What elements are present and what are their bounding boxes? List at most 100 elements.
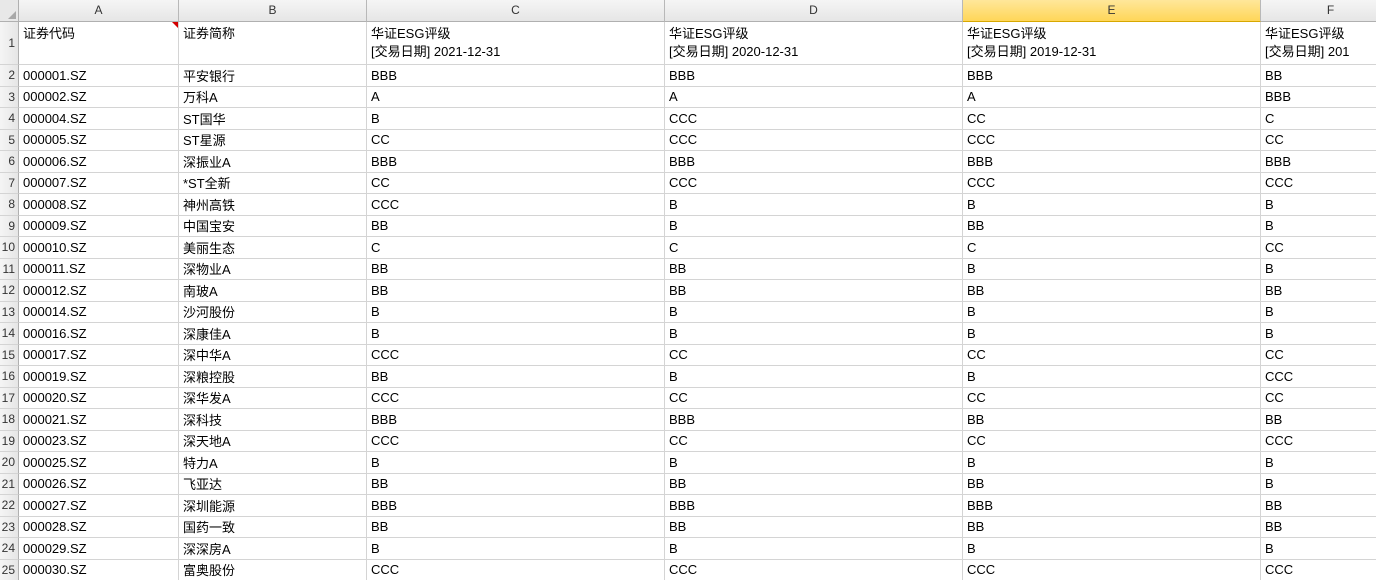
cell-F11[interactable]: B bbox=[1261, 259, 1376, 281]
cell-E17[interactable]: CC bbox=[963, 388, 1261, 410]
cell-F15[interactable]: CC bbox=[1261, 345, 1376, 367]
cell-F16[interactable]: CCC bbox=[1261, 366, 1376, 388]
row-header-11[interactable]: 11 bbox=[0, 259, 19, 281]
cell-C24[interactable]: B bbox=[367, 538, 665, 560]
cell-F21[interactable]: B bbox=[1261, 474, 1376, 496]
cell-E19[interactable]: CC bbox=[963, 431, 1261, 453]
cell-E22[interactable]: BBB bbox=[963, 495, 1261, 517]
row-header-21[interactable]: 21 bbox=[0, 474, 19, 496]
cell-A17[interactable]: 000020.SZ bbox=[19, 388, 179, 410]
row-header-15[interactable]: 15 bbox=[0, 345, 19, 367]
cell-E14[interactable]: B bbox=[963, 323, 1261, 345]
cell-F10[interactable]: CC bbox=[1261, 237, 1376, 259]
cell-C20[interactable]: B bbox=[367, 452, 665, 474]
cell-D11[interactable]: BB bbox=[665, 259, 963, 281]
cell-C10[interactable]: C bbox=[367, 237, 665, 259]
cell-F20[interactable]: B bbox=[1261, 452, 1376, 474]
row-header-14[interactable]: 14 bbox=[0, 323, 19, 345]
row-header-6[interactable]: 6 bbox=[0, 151, 19, 173]
cell-F4[interactable]: C bbox=[1261, 108, 1376, 130]
cell-C6[interactable]: BBB bbox=[367, 151, 665, 173]
cell-C18[interactable]: BBB bbox=[367, 409, 665, 431]
cell-F7[interactable]: CCC bbox=[1261, 173, 1376, 195]
cell-D10[interactable]: C bbox=[665, 237, 963, 259]
cell-C8[interactable]: CCC bbox=[367, 194, 665, 216]
cell-B19[interactable]: 深天地A bbox=[179, 431, 367, 453]
cell-B8[interactable]: 神州高铁 bbox=[179, 194, 367, 216]
cell-F24[interactable]: B bbox=[1261, 538, 1376, 560]
row-header-5[interactable]: 5 bbox=[0, 130, 19, 152]
cell-A10[interactable]: 000010.SZ bbox=[19, 237, 179, 259]
cell-D15[interactable]: CC bbox=[665, 345, 963, 367]
row-header-12[interactable]: 12 bbox=[0, 280, 19, 302]
cell-F3[interactable]: BBB bbox=[1261, 87, 1376, 109]
cell-F6[interactable]: BBB bbox=[1261, 151, 1376, 173]
cell-D19[interactable]: CC bbox=[665, 431, 963, 453]
cell-E11[interactable]: B bbox=[963, 259, 1261, 281]
cell-F14[interactable]: B bbox=[1261, 323, 1376, 345]
select-all-corner[interactable] bbox=[0, 0, 19, 22]
cell-D13[interactable]: B bbox=[665, 302, 963, 324]
cell-A23[interactable]: 000028.SZ bbox=[19, 517, 179, 539]
row-header-10[interactable]: 10 bbox=[0, 237, 19, 259]
cell-C12[interactable]: BB bbox=[367, 280, 665, 302]
cell-F19[interactable]: CCC bbox=[1261, 431, 1376, 453]
cell-D2[interactable]: BBB bbox=[665, 65, 963, 87]
cell-C23[interactable]: BB bbox=[367, 517, 665, 539]
cell-A11[interactable]: 000011.SZ bbox=[19, 259, 179, 281]
row-header-23[interactable]: 23 bbox=[0, 517, 19, 539]
cell-C3[interactable]: A bbox=[367, 87, 665, 109]
cell-E12[interactable]: BB bbox=[963, 280, 1261, 302]
cell-D16[interactable]: B bbox=[665, 366, 963, 388]
cell-F25[interactable]: CCC bbox=[1261, 560, 1376, 580]
cell-E7[interactable]: CCC bbox=[963, 173, 1261, 195]
row-header-8[interactable]: 8 bbox=[0, 194, 19, 216]
row-header-20[interactable]: 20 bbox=[0, 452, 19, 474]
col-header-C[interactable]: C bbox=[367, 0, 665, 22]
row-header-17[interactable]: 17 bbox=[0, 388, 19, 410]
cell-C15[interactable]: CCC bbox=[367, 345, 665, 367]
col-header-F[interactable]: F bbox=[1261, 0, 1376, 22]
cell-A16[interactable]: 000019.SZ bbox=[19, 366, 179, 388]
cell-E16[interactable]: B bbox=[963, 366, 1261, 388]
cell-E13[interactable]: B bbox=[963, 302, 1261, 324]
cell-A21[interactable]: 000026.SZ bbox=[19, 474, 179, 496]
cell-C9[interactable]: BB bbox=[367, 216, 665, 238]
cell-F5[interactable]: CC bbox=[1261, 130, 1376, 152]
col-header-E[interactable]: E bbox=[963, 0, 1261, 22]
cell-C7[interactable]: CC bbox=[367, 173, 665, 195]
cell-E6[interactable]: BBB bbox=[963, 151, 1261, 173]
row-header-19[interactable]: 19 bbox=[0, 431, 19, 453]
row-header-18[interactable]: 18 bbox=[0, 409, 19, 431]
cell-D9[interactable]: B bbox=[665, 216, 963, 238]
cell-F13[interactable]: B bbox=[1261, 302, 1376, 324]
cell-C11[interactable]: BB bbox=[367, 259, 665, 281]
cell-A5[interactable]: 000005.SZ bbox=[19, 130, 179, 152]
cell-A9[interactable]: 000009.SZ bbox=[19, 216, 179, 238]
row-header-2[interactable]: 2 bbox=[0, 65, 19, 87]
cell-C21[interactable]: BB bbox=[367, 474, 665, 496]
cell-F22[interactable]: BB bbox=[1261, 495, 1376, 517]
cell-D6[interactable]: BBB bbox=[665, 151, 963, 173]
cell-B20[interactable]: 特力A bbox=[179, 452, 367, 474]
col-header-A[interactable]: A bbox=[19, 0, 179, 22]
cell-B25[interactable]: 富奥股份 bbox=[179, 560, 367, 580]
cell-F1[interactable]: 华证ESG评级 [交易日期] 201 bbox=[1261, 22, 1376, 65]
cell-A18[interactable]: 000021.SZ bbox=[19, 409, 179, 431]
cell-A4[interactable]: 000004.SZ bbox=[19, 108, 179, 130]
cell-A6[interactable]: 000006.SZ bbox=[19, 151, 179, 173]
cell-E10[interactable]: C bbox=[963, 237, 1261, 259]
cell-B23[interactable]: 国药一致 bbox=[179, 517, 367, 539]
cell-F8[interactable]: B bbox=[1261, 194, 1376, 216]
cell-E18[interactable]: BB bbox=[963, 409, 1261, 431]
cell-B16[interactable]: 深粮控股 bbox=[179, 366, 367, 388]
cell-C19[interactable]: CCC bbox=[367, 431, 665, 453]
cell-B18[interactable]: 深科技 bbox=[179, 409, 367, 431]
cell-D4[interactable]: CCC bbox=[665, 108, 963, 130]
row-header-1[interactable]: 1 bbox=[0, 22, 19, 65]
cell-D18[interactable]: BBB bbox=[665, 409, 963, 431]
cell-B1[interactable]: 证券简称 bbox=[179, 22, 367, 65]
cell-C17[interactable]: CCC bbox=[367, 388, 665, 410]
cell-A13[interactable]: 000014.SZ bbox=[19, 302, 179, 324]
cell-B12[interactable]: 南玻A bbox=[179, 280, 367, 302]
